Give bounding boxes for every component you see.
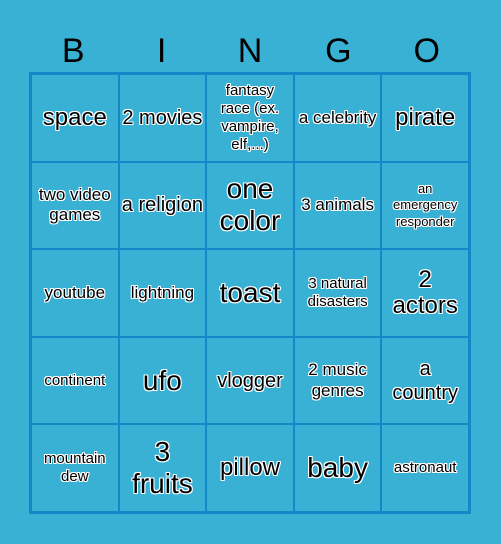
bingo-cell[interactable]: 2 movies (118, 74, 207, 162)
bingo-grid: space 2 movies fantasy race (ex. vampire… (29, 72, 471, 514)
header-letter-i: I (156, 32, 167, 70)
bingo-cell[interactable]: vlogger (206, 336, 294, 425)
bingo-header: B I N G O (29, 30, 471, 72)
bingo-cell[interactable]: 2 actors (381, 249, 469, 337)
bingo-cell[interactable]: 2 music genres (293, 336, 382, 425)
header-letter-g: G (325, 32, 352, 70)
bingo-cell[interactable]: 3 animals (293, 161, 382, 250)
bingo-cell[interactable]: pirate (381, 74, 469, 162)
bingo-cell[interactable]: youtube (31, 249, 119, 337)
bingo-cell[interactable]: astronaut (381, 424, 469, 512)
bingo-cell[interactable]: a religion (118, 161, 207, 250)
bingo-cell[interactable]: baby (293, 424, 382, 512)
bingo-cell[interactable]: 3 fruits (118, 424, 207, 512)
bingo-cell[interactable]: toast (206, 249, 294, 337)
bingo-cell[interactable]: space (31, 74, 119, 162)
bingo-cell[interactable]: fantasy race (ex. vampire, elf,...) (206, 74, 294, 162)
header-letter-b: B (61, 32, 85, 70)
header-letter-n: N (237, 32, 263, 70)
header-letter-o: O (413, 32, 440, 70)
bingo-cell[interactable]: one color (206, 161, 294, 250)
bingo-cell[interactable]: an emergency responder (381, 161, 469, 250)
bingo-cell[interactable]: continent (31, 336, 119, 425)
bingo-cell[interactable]: pillow (206, 424, 294, 512)
bingo-cell[interactable]: mountain dew (31, 424, 119, 512)
bingo-cell[interactable]: two video games (31, 161, 119, 250)
bingo-cell[interactable]: lightning (118, 249, 207, 337)
bingo-cell[interactable]: 3 natural disasters (293, 249, 382, 337)
bingo-cell[interactable]: a celebrity (293, 74, 382, 162)
bingo-cell[interactable]: ufo (118, 336, 207, 425)
bingo-cell[interactable]: a country (381, 336, 469, 425)
